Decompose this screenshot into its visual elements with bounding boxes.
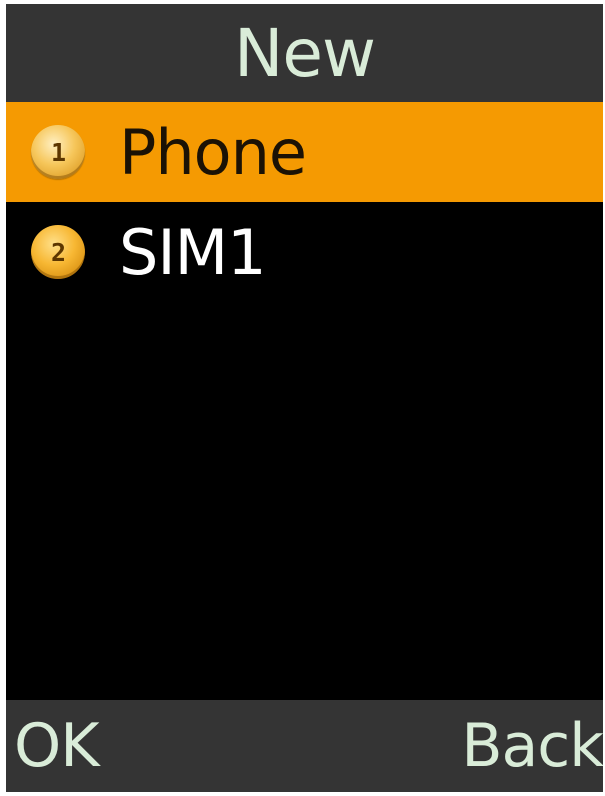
softkey-bar: OK Back (6, 700, 603, 792)
phone-screen: New 1 Phone 2 SIM1 OK Back (6, 4, 603, 792)
menu-item-phone[interactable]: 1 Phone (6, 102, 603, 202)
menu-item-label: Phone (119, 116, 307, 189)
menu-item-number: 2 (50, 237, 66, 267)
menu-item-label: SIM1 (119, 216, 267, 289)
number-1-icon: 1 (31, 125, 85, 179)
menu-item-sim1[interactable]: 2 SIM1 (6, 202, 603, 302)
menu-list: 1 Phone 2 SIM1 (6, 102, 603, 302)
menu-item-number: 1 (50, 137, 66, 167)
title-bar: New (6, 4, 603, 102)
back-softkey[interactable]: Back (461, 711, 603, 781)
number-2-icon: 2 (31, 225, 85, 279)
page-title: New (234, 14, 376, 92)
ok-softkey[interactable]: OK (14, 711, 100, 781)
